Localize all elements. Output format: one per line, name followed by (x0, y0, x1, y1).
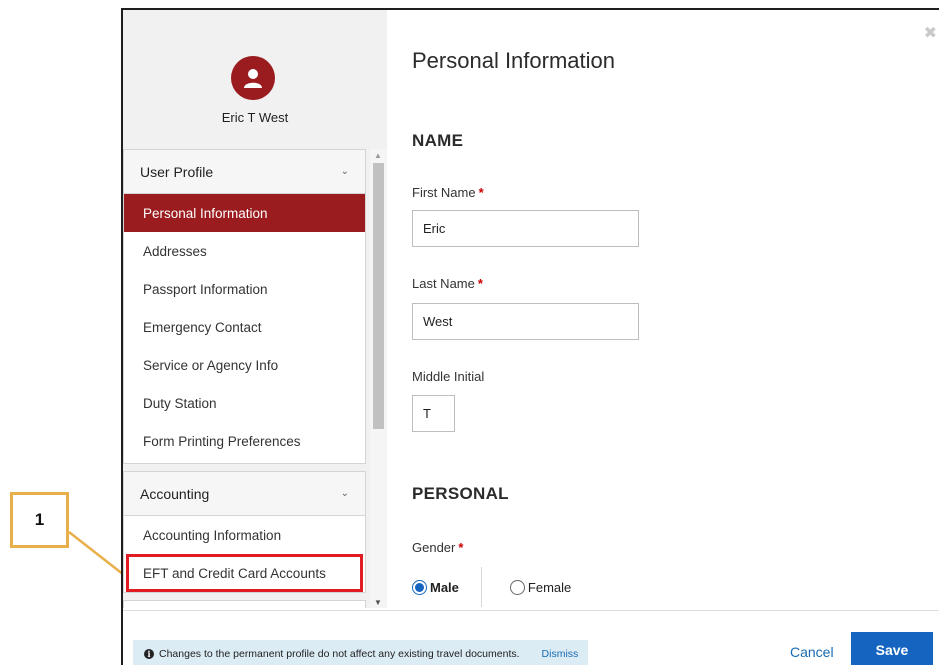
sidebar-item-service-agency-info[interactable]: Service or Agency Info (124, 346, 365, 384)
personal-info-form: Personal Information NAME First Name* La… (387, 10, 939, 608)
group-header-user-profile[interactable]: User Profile ⌄ (124, 150, 365, 194)
required-mark: * (477, 276, 483, 291)
scrollbar-thumb[interactable] (373, 163, 384, 429)
profile-sidebar: Eric T West User Profile ⌄ Personal Info… (123, 10, 387, 608)
required-mark: * (478, 185, 484, 200)
first-name-label: First Name * (412, 185, 484, 200)
sidebar-item-label: Accounting Information (143, 527, 282, 543)
scroll-up-arrow-icon[interactable]: ▲ (374, 151, 382, 160)
sidebar-item-personal-information[interactable]: Personal Information (124, 194, 365, 232)
user-icon (231, 56, 275, 100)
sidebar-item-emergency-contact[interactable]: Emergency Contact (124, 308, 365, 346)
group-title: User Profile (140, 163, 214, 180)
section-heading-personal: PERSONAL (412, 484, 509, 503)
radio-selected-icon[interactable] (412, 579, 427, 595)
menu-group-next (123, 600, 366, 608)
user-name: Eric T West (221, 110, 289, 125)
label-text: First Name (412, 185, 476, 200)
dismiss-link[interactable]: Dismiss (542, 648, 579, 660)
chevron-down-icon: ⌄ (340, 166, 349, 177)
profile-modal: ✖ Eric T West User Profile ⌄ Personal In… (121, 8, 939, 665)
required-mark: * (458, 540, 464, 555)
save-button[interactable]: Save (851, 632, 933, 665)
section-heading-name: NAME (412, 131, 464, 150)
sidebar-item-label: Service or Agency Info (143, 357, 279, 373)
group-title: Accounting (140, 485, 210, 502)
sidebar-item-addresses[interactable]: Addresses (124, 232, 365, 270)
sidebar-item-duty-station[interactable]: Duty Station (124, 384, 365, 422)
sidebar-item-form-printing-preferences[interactable]: Form Printing Preferences (124, 422, 365, 460)
gender-label: Gender * (412, 540, 463, 555)
sidebar-item-label: Duty Station (143, 395, 217, 411)
last-name-input[interactable] (412, 303, 639, 340)
first-name-input[interactable] (412, 210, 639, 247)
radio-label: Female (527, 579, 572, 595)
menu-group-accounting: Accounting ⌄ Accounting Information EFT … (123, 471, 366, 593)
profile-notice-banner: i Changes to the permanent profile do no… (133, 640, 588, 665)
sidebar-menu: User Profile ⌄ Personal Information Addr… (123, 149, 387, 608)
gender-radio-male[interactable]: Male (412, 579, 459, 595)
sidebar-item-eft-credit-card-accounts[interactable]: EFT and Credit Card Accounts (126, 554, 363, 592)
middle-initial-label: Middle Initial (412, 369, 485, 384)
label-text: Gender (412, 540, 456, 555)
last-name-label: Last Name * (412, 276, 483, 291)
radio-unselected-icon[interactable] (509, 579, 525, 595)
sidebar-item-label: Form Printing Preferences (143, 433, 301, 449)
group-header-accounting[interactable]: Accounting ⌄ (124, 472, 365, 516)
page-title: Personal Information (412, 48, 615, 73)
gender-radio-female[interactable]: Female (509, 579, 572, 595)
scroll-down-arrow-icon[interactable]: ▼ (374, 598, 382, 607)
gender-radio-group: Male Female (412, 567, 571, 607)
sidebar-scrollbar[interactable]: ▲ ▼ (370, 149, 387, 608)
menu-group-user-profile: User Profile ⌄ Personal Information Addr… (123, 149, 366, 464)
sidebar-item-label: EFT and Credit Card Accounts (143, 565, 326, 581)
label-text: Last Name (412, 276, 475, 291)
modal-footer: i Changes to the permanent profile do no… (123, 610, 939, 665)
chevron-down-icon: ⌄ (340, 488, 349, 499)
radio-label: Male (430, 579, 459, 595)
sidebar-item-label: Passport Information (143, 281, 268, 297)
middle-initial-input[interactable] (412, 395, 455, 432)
sidebar-item-passport-information[interactable]: Passport Information (124, 270, 365, 308)
sidebar-item-label: Emergency Contact (143, 319, 262, 335)
notice-text: Changes to the permanent profile do not … (159, 648, 520, 660)
callout-number-box: 1 (10, 492, 69, 548)
sidebar-item-accounting-information[interactable]: Accounting Information (124, 516, 365, 554)
callout-number: 1 (34, 510, 45, 529)
cancel-button[interactable]: Cancel (790, 644, 834, 660)
sidebar-item-label: Personal Information (143, 205, 268, 221)
info-icon: i (144, 649, 154, 659)
sidebar-item-label: Addresses (143, 243, 207, 259)
radio-divider (480, 567, 482, 607)
